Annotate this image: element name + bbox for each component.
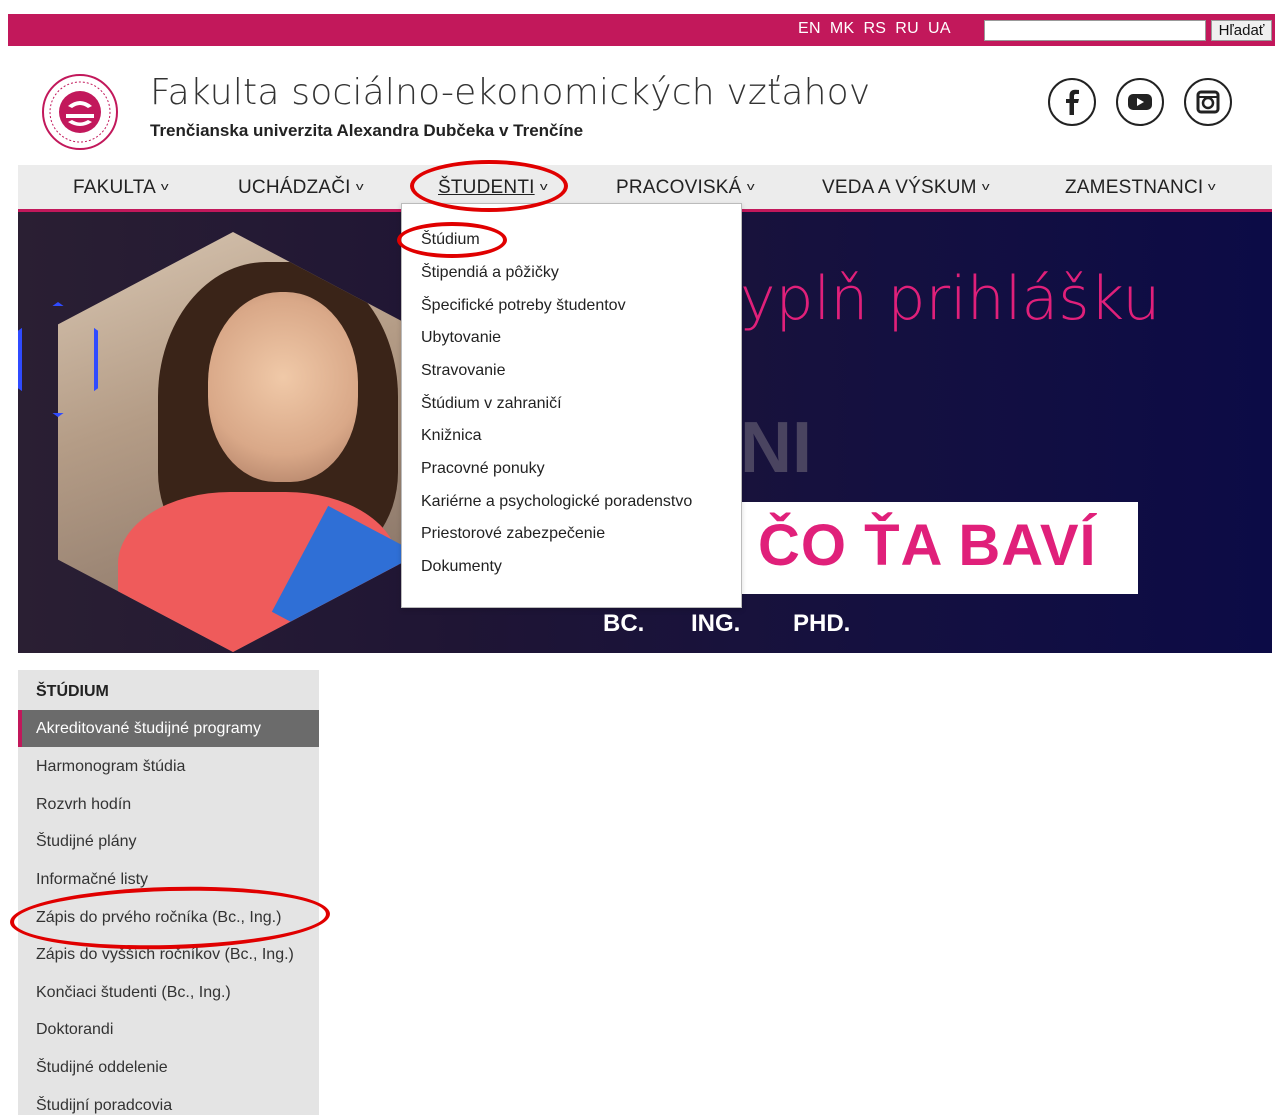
nav-uchadzaci[interactable]: UCHÁDZAČI v	[238, 177, 364, 199]
dropdown-item-stipendia[interactable]: Štipendiá a pôžičky	[421, 264, 559, 282]
dropdown-item-stravovanie[interactable]: Stravovanie	[421, 362, 506, 380]
dropdown-item-studium-v-zahranici[interactable]: Štúdium v zahraničí	[421, 395, 562, 413]
degree-ing: ING.	[691, 610, 741, 637]
university-name: Trenčianska univerzita Alexandra Dubčeka…	[150, 121, 584, 140]
sidebar-item-studijne-oddelenie[interactable]: Študijné oddelenie	[36, 1059, 168, 1077]
lang-en[interactable]: EN	[798, 20, 821, 38]
sidebar-item-rozvrh-hodin[interactable]: Rozvrh hodín	[36, 796, 131, 814]
nav-label: ŠTUDENTI	[438, 177, 535, 198]
nav-label: VEDA A VÝSKUM	[822, 177, 977, 198]
studenti-dropdown-menu: Štúdium Štipendiá a pôžičky Špecifické p…	[401, 203, 742, 608]
chevron-down-icon: v	[981, 181, 990, 193]
chevron-down-icon: v	[746, 181, 755, 193]
nav-veda-a-vyskum[interactable]: VEDA A VÝSKUM v	[822, 177, 990, 199]
sidebar-title: ŠTÚDIUM	[36, 683, 109, 700]
nav-label: PRACOVISKÁ	[616, 177, 742, 198]
dropdown-item-pracovne-ponuky[interactable]: Pracovné ponuky	[421, 460, 545, 478]
hero-ghost-text: NI	[740, 408, 812, 488]
chevron-down-icon: v	[539, 181, 548, 193]
sidebar-item-informacne-listy[interactable]: Informačné listy	[36, 871, 148, 889]
student-face	[208, 292, 358, 482]
sidebar-item-studijni-poradcovia[interactable]: Študijní poradcovia	[36, 1097, 172, 1115]
top-bar: EN MK RS RU UA Hľadať	[8, 14, 1275, 46]
faculty-logo[interactable]	[40, 72, 120, 152]
dropdown-item-ubytovanie[interactable]: Ubytovanie	[421, 329, 501, 347]
nav-studenti[interactable]: ŠTUDENTI v	[438, 177, 548, 199]
student-photo	[58, 232, 408, 652]
youtube-icon[interactable]	[1116, 78, 1164, 126]
nav-label: ZAMESTNANCI	[1065, 177, 1204, 198]
page-title: Fakulta sociálno-ekonomických vzťahov	[150, 72, 871, 113]
nav-pracoviska[interactable]: PRACOVISKÁ v	[616, 177, 755, 199]
lang-ru[interactable]: RU	[895, 20, 919, 38]
sidebar-item-akreditovane-programy[interactable]: Akreditované študijné programy	[18, 710, 319, 747]
sidebar: ŠTÚDIUM Akreditované študijné programy H…	[18, 670, 319, 1115]
sidebar-item-konciaci-studenti[interactable]: Končiaci študenti (Bc., Ing.)	[36, 984, 231, 1002]
lang-rs[interactable]: RS	[863, 20, 886, 38]
lang-ua[interactable]: UA	[928, 20, 951, 38]
facebook-icon[interactable]	[1048, 78, 1096, 126]
dropdown-item-karierne-poradenstvo[interactable]: Kariérne a psychologické poradenstvo	[421, 493, 692, 511]
dropdown-item-dokumenty[interactable]: Dokumenty	[421, 558, 502, 576]
search-input[interactable]	[984, 20, 1206, 41]
chevron-down-icon: v	[1208, 181, 1217, 193]
language-switcher: EN MK RS RU UA	[798, 20, 951, 38]
sidebar-item-harmonogram[interactable]: Harmonogram štúdia	[36, 758, 185, 776]
dropdown-item-kniznica[interactable]: Knižnica	[421, 427, 481, 445]
sidebar-item-studijne-plany[interactable]: Študijné plány	[36, 833, 137, 851]
chevron-down-icon: v	[355, 181, 364, 193]
sidebar-item-zapis-vyssie-rocniky[interactable]: Zápis do vyšších ročníkov (Bc., Ing.)	[36, 946, 294, 964]
nav-label: FAKULTA	[73, 177, 157, 198]
degree-phd: PHD.	[793, 610, 851, 637]
dropdown-item-priestorove-zabezpecenie[interactable]: Priestorové zabezpečenie	[421, 525, 605, 543]
lang-mk[interactable]: MK	[830, 20, 855, 38]
nav-label: UCHÁDZAČI	[238, 177, 351, 198]
hero-box-text: ČO ŤA BAVÍ	[758, 513, 1097, 578]
hero-headline: yplň prihlášku	[740, 264, 1161, 334]
instagram-icon[interactable]	[1184, 78, 1232, 126]
dropdown-item-specificke-potreby[interactable]: Špecifické potreby študentov	[421, 297, 626, 315]
dropdown-item-studium[interactable]: Štúdium	[421, 231, 480, 249]
sidebar-item-label: Akreditované študijné programy	[36, 720, 262, 737]
degree-bc: BC.	[603, 610, 645, 637]
sidebar-item-doktorandi[interactable]: Doktorandi	[36, 1021, 113, 1039]
chevron-down-icon: v	[160, 181, 169, 193]
nav-zamestnanci[interactable]: ZAMESTNANCI v	[1065, 177, 1217, 199]
search-button[interactable]: Hľadať	[1211, 20, 1272, 41]
nav-fakulta[interactable]: FAKULTA v	[73, 177, 169, 199]
sidebar-item-zapis-prvy-rocnik[interactable]: Zápis do prvého ročníka (Bc., Ing.)	[36, 909, 281, 927]
